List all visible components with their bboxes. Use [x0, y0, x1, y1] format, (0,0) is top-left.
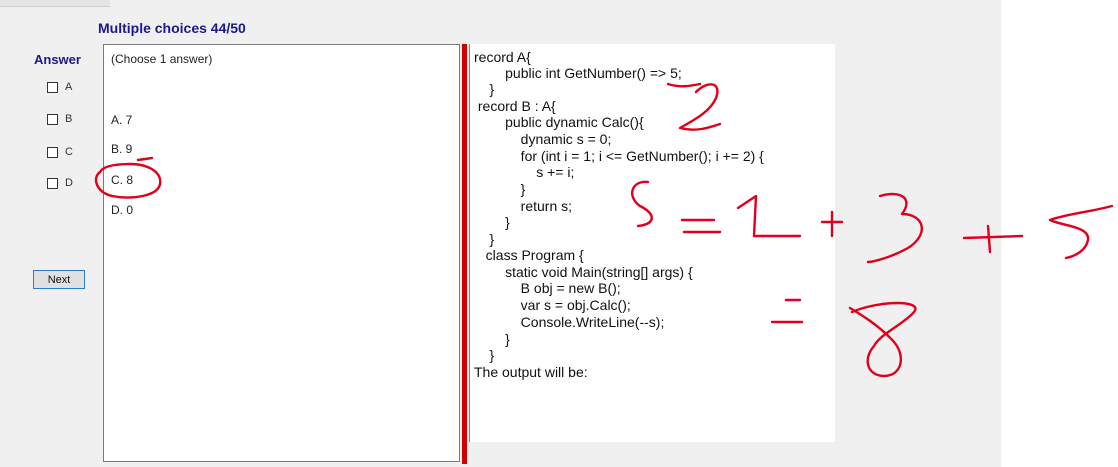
code-line: public int GetNumber() => 5;: [474, 65, 682, 81]
answer-option-c[interactable]: C: [47, 145, 73, 159]
code-line: Console.WriteLine(--s);: [474, 314, 665, 330]
next-button[interactable]: Next: [33, 270, 85, 289]
code-line: for (int i = 1; i <= GetNumber(); i += 2…: [474, 148, 764, 164]
tab-strip: [0, 0, 110, 7]
code-line: }: [474, 81, 495, 97]
answer-option-d[interactable]: D: [47, 176, 73, 190]
code-line: s += i;: [474, 164, 575, 180]
choice-c: C. 8: [111, 173, 134, 187]
code-line: }: [474, 347, 495, 363]
code-line: }: [474, 231, 495, 247]
question-instruction: (Choose 1 answer): [111, 52, 213, 66]
option-letter: B: [65, 113, 73, 125]
code-line: return s;: [474, 198, 573, 214]
code-panel: record A{ public int GetNumber() => 5; }…: [469, 44, 835, 442]
answer-option-a[interactable]: A: [47, 80, 72, 94]
splitter-bar[interactable]: [462, 44, 467, 464]
checkbox-b[interactable]: [47, 113, 58, 125]
choice-d: D. 0: [111, 203, 134, 217]
code-line: class Program {: [474, 247, 584, 263]
code-line: static void Main(string[] args) {: [474, 264, 693, 280]
option-letter: D: [65, 177, 73, 189]
code-line: B obj = new B();: [474, 280, 621, 296]
checkbox-c[interactable]: [47, 146, 58, 158]
quiz-window: Multiple choices 44/50 Answer A B C D Ne…: [0, 0, 1001, 467]
answer-option-b[interactable]: B: [47, 112, 72, 126]
question-panel: (Choose 1 answer) A. 7 B. 9 C. 8 D. 0: [103, 44, 460, 462]
code-line: public dynamic Calc(){: [474, 114, 644, 130]
code-line: var s = obj.Calc();: [474, 297, 631, 313]
handwritten-5: [1048, 204, 1114, 260]
choice-b: B. 9: [111, 142, 133, 156]
choice-a: A. 7: [111, 113, 133, 127]
code-line: }: [474, 331, 510, 347]
code-line: record A{: [474, 49, 531, 65]
page-title: Multiple choices 44/50: [98, 20, 246, 36]
code-line: dynamic s = 0;: [474, 131, 612, 147]
code-line: record B : A{: [474, 98, 556, 114]
code-line: }: [474, 214, 510, 230]
option-letter: C: [65, 146, 73, 158]
checkbox-a[interactable]: [47, 81, 58, 93]
option-letter: A: [65, 81, 73, 93]
code-line: The output will be:: [474, 364, 588, 380]
code-line: }: [474, 181, 526, 197]
checkbox-d[interactable]: [47, 177, 58, 189]
answer-label: Answer: [34, 52, 81, 67]
